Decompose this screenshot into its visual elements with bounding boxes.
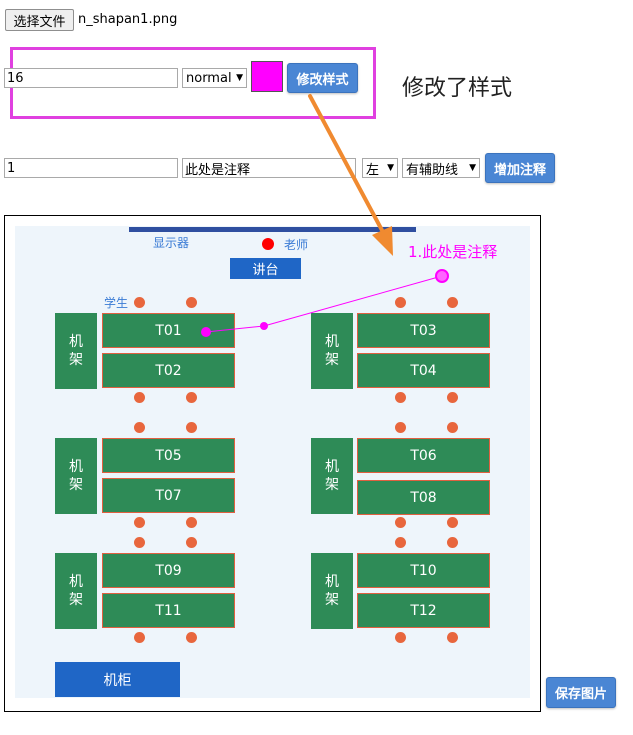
overlay-lines (201, 94, 449, 337)
annotation-guide-line (201, 269, 449, 337)
orange-arrow-icon (308, 94, 393, 256)
save-image-button[interactable]: 保存图片 (546, 677, 616, 708)
